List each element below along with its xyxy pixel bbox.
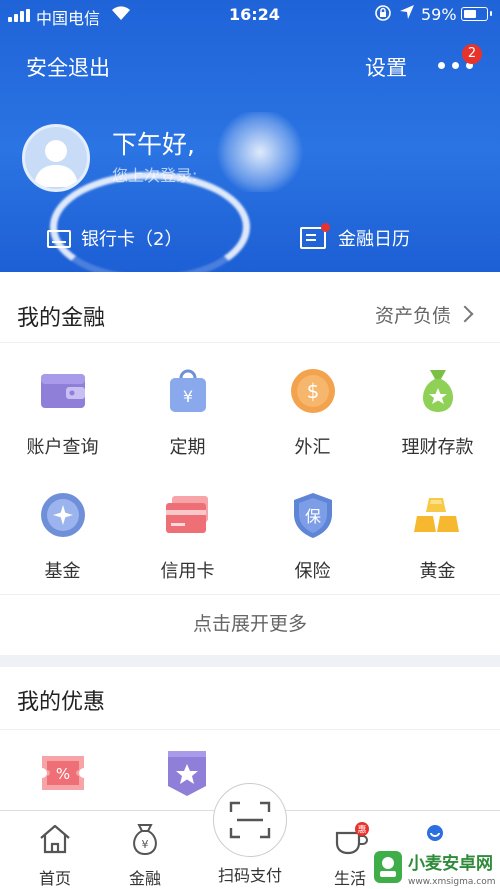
watermark-url: www.xmsigma.com [408, 877, 495, 887]
calendar-dot-indicator [321, 223, 330, 232]
location-arrow-icon [399, 4, 415, 24]
redaction-scribble [50, 172, 250, 272]
promotions-section-title: 我的优惠 [17, 690, 106, 715]
finance-item-forex[interactable]: $ 外汇 [250, 366, 375, 459]
insurance-shield-icon: 保 [288, 490, 338, 540]
notification-badge: 2 [462, 44, 482, 64]
finance-item-fund[interactable]: 基金 [0, 490, 125, 583]
tab-label: 首页 [38, 869, 71, 888]
default-avatar-icon [34, 140, 78, 187]
carrier-name: 中国电信 [36, 9, 101, 28]
scan-icon [229, 800, 271, 840]
finance-item-label: 黄金 [419, 561, 456, 582]
finance-calendar-label: 金融日历 [338, 229, 410, 250]
yuan-bag-icon: ¥ [163, 366, 213, 416]
settings-button[interactable]: 设置 [365, 52, 407, 82]
finance-section-title: 我的金融 [17, 306, 106, 331]
finance-bag-icon: ¥ [127, 821, 163, 857]
home-icon [37, 821, 73, 857]
tab-home[interactable]: 首页 [5, 821, 105, 889]
finance-item-gold[interactable]: 黄金 [375, 490, 500, 583]
assets-liabilities-label: 资产负债 [375, 305, 452, 327]
star-badge-icon [162, 748, 212, 802]
battery-percent: 59% [421, 5, 457, 24]
finance-item-label: 理财存款 [401, 437, 474, 458]
expand-more-button[interactable]: 点击展开更多 [0, 594, 500, 654]
finance-item-label: 定期 [169, 437, 206, 458]
wifi-icon [110, 4, 132, 27]
header: 中国电信 16:24 59% 安全退出 设置 2 下午好, 您上次登录: 银行卡… [0, 0, 500, 272]
promo-item-coupon[interactable]: % [38, 748, 88, 798]
watermark-title: 小麦安卓网 [408, 853, 493, 874]
calendar-icon [300, 223, 330, 249]
promo-item-star-badge[interactable] [162, 748, 212, 798]
chevron-right-icon [456, 305, 474, 323]
finance-item-label: 账户查询 [26, 437, 99, 458]
status-bar: 中国电信 16:24 59% [0, 0, 500, 30]
tab-label: 金融 [128, 869, 161, 888]
finance-item-label: 信用卡 [160, 561, 215, 582]
svg-text:¥: ¥ [182, 387, 192, 406]
life-tab-badge: 惠 [357, 824, 366, 836]
bank-card-link[interactable]: 银行卡（2） [47, 225, 182, 251]
coupon-icon: % [38, 748, 88, 802]
promotions-divider [0, 729, 500, 730]
finance-item-label: 保险 [294, 561, 331, 582]
finance-item-credit-card[interactable]: 信用卡 [125, 490, 250, 583]
svg-text:¥: ¥ [142, 838, 149, 851]
signal-icon [8, 9, 32, 22]
finance-calendar-link[interactable]: 金融日历 [300, 223, 410, 251]
finance-item-insurance[interactable]: 保 保险 [250, 490, 375, 583]
greeting-text: 下午好, [112, 130, 195, 159]
section-gap [0, 655, 500, 667]
assets-liabilities-link[interactable]: 资产负债 [375, 301, 474, 328]
bank-card-icon [47, 230, 71, 248]
orientation-lock-icon [374, 4, 392, 26]
watermark: 小麦安卓网 www.xmsigma.com [370, 846, 500, 889]
safe-exit-button[interactable]: 安全退出 [26, 52, 110, 82]
finance-item-account-query[interactable]: 账户查询 [0, 366, 125, 459]
money-bag-icon [413, 366, 463, 416]
dollar-coin-icon: $ [288, 366, 338, 416]
battery-icon [461, 7, 492, 21]
avatar[interactable] [22, 124, 90, 192]
credit-card-icon [163, 490, 213, 540]
gold-bars-icon [413, 490, 463, 540]
finance-item-fixed-deposit[interactable]: ¥ 定期 [125, 366, 250, 459]
bank-card-label: 银行卡（2） [81, 229, 183, 250]
coupon-percent-text: % [56, 765, 70, 783]
fund-icon [38, 490, 88, 540]
svg-text:$: $ [306, 379, 319, 403]
wallet-icon [38, 366, 88, 416]
tab-finance[interactable]: ¥ 金融 [95, 821, 195, 889]
svg-text:保: 保 [304, 507, 320, 526]
finance-item-label: 外汇 [294, 437, 331, 458]
scan-pay-label[interactable]: 扫码支付 [200, 862, 300, 886]
redacted-name-blur [215, 112, 305, 192]
clock-time: 16:24 [229, 5, 280, 24]
life-cup-icon: 惠 [332, 821, 369, 857]
finance-item-label: 基金 [44, 561, 81, 582]
finance-item-wealth-deposit[interactable]: 理财存款 [375, 366, 500, 459]
